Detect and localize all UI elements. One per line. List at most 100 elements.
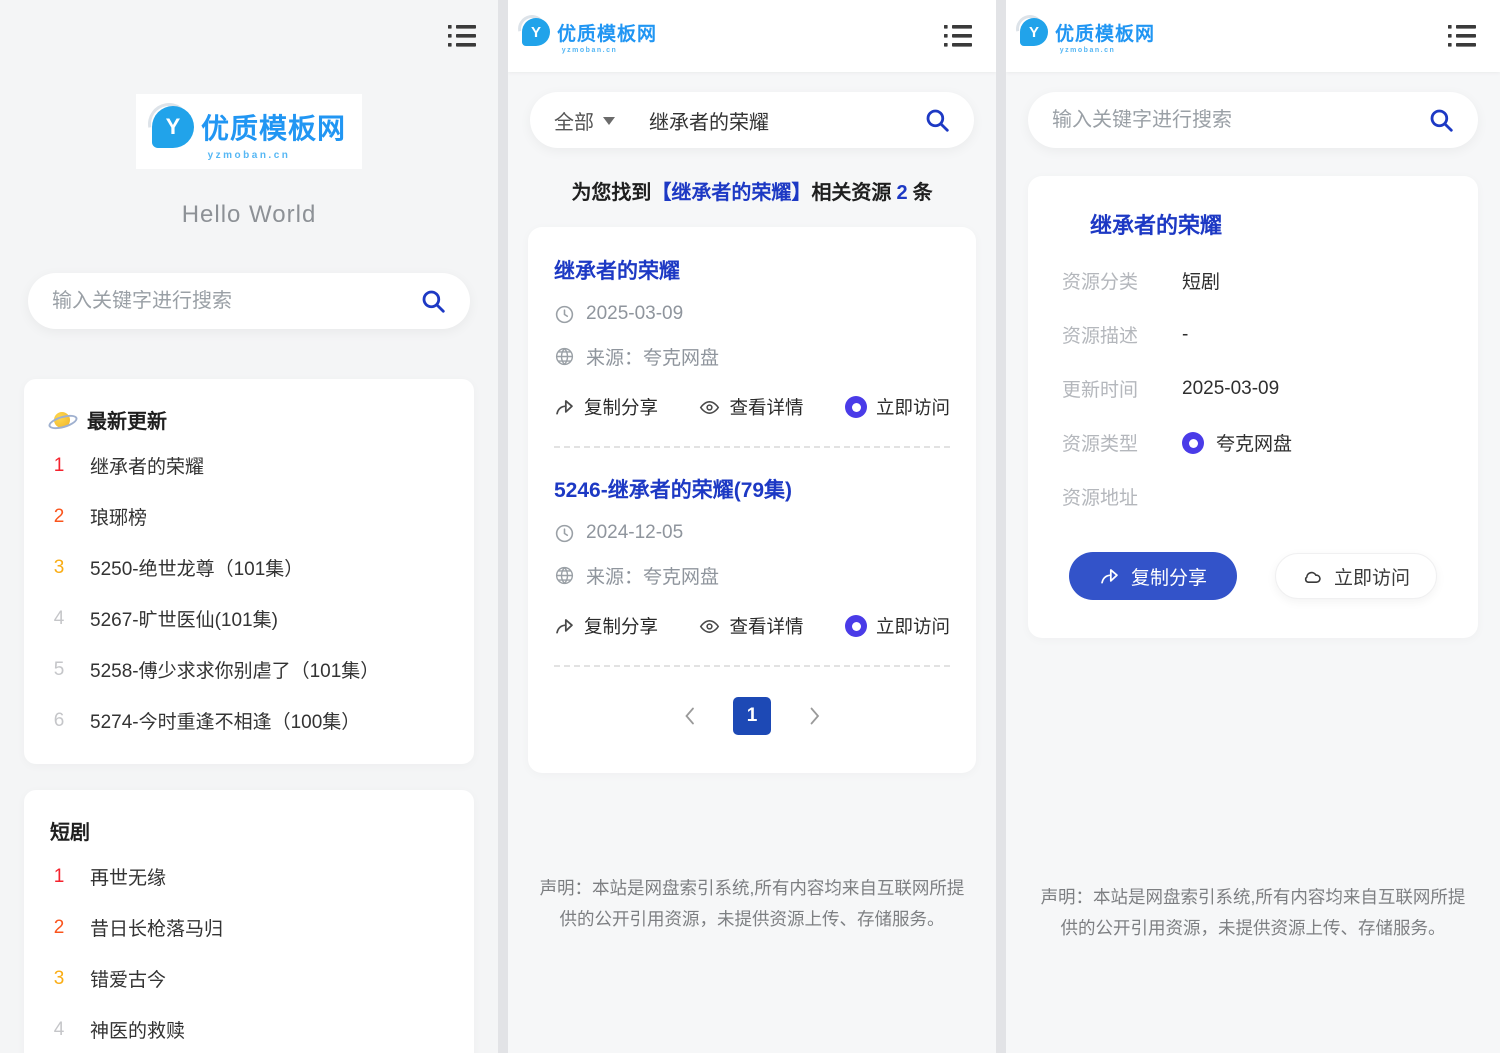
view-detail-button[interactable]: 查看详情 [699,394,803,420]
globe-icon [554,565,575,586]
short-drama-header: 短剧 [50,816,448,845]
section-title: 最新更新 [87,405,167,434]
list-item[interactable]: 1再世无缘 [50,851,448,902]
search-input[interactable] [649,109,924,132]
rank-number: 2 [50,506,68,528]
result-source: 来源：夸克网盘 [586,343,719,370]
list-item[interactable]: 35250-绝世龙尊（101集） [50,542,448,593]
list-item[interactable]: 2 琅琊榜 [50,491,448,542]
list-item[interactable]: 55258-傅少求求你别虐了（101集） [50,644,448,695]
summary-middle: 相关资源 [811,182,891,204]
rank-number: 4 [50,608,68,630]
list-item-title: 5250-绝世龙尊（101集） [90,554,303,581]
list-item-title: 神医的救赎 [90,1016,185,1043]
summary-keyword: 【继承者的荣耀】 [651,182,811,204]
action-label: 立即访问 [876,394,950,420]
visit-now-button[interactable]: 立即访问 [845,394,950,420]
app-header: Y 优质模板网 yzmoban.cn [508,0,996,72]
action-label: 复制分享 [584,394,658,420]
logo-y-icon: Y [152,106,194,148]
visit-now-button[interactable]: 立即访问 [1275,553,1437,599]
list-item[interactable]: 1继承者的荣耀 [50,440,448,491]
field-label: 更新时间 [1062,375,1154,402]
detail-search-bar [1028,92,1478,148]
rank-number: 2 [50,917,68,939]
copy-share-button[interactable]: 复制分享 [554,613,658,639]
result-actions: 复制分享 查看详情 立即访问 [554,394,950,420]
menu-list-icon[interactable] [1448,24,1476,48]
quark-netdisk-icon [1182,432,1204,454]
summary-prefix: 为您找到 [571,182,651,204]
list-item[interactable]: 2 昔日长枪落马归 [50,902,448,953]
list-item[interactable]: 4 神医的救赎 [50,1004,448,1053]
field-value: 2025-03-09 [1182,378,1279,400]
app-header: Y 优质模板网 yzmoban.cn [1006,0,1500,72]
list-item[interactable]: 3错爱古今 [50,953,448,1004]
eye-icon [699,397,720,418]
eye-icon [699,616,720,637]
summary-count: 2 [896,182,907,204]
category-dropdown[interactable]: 全部 [554,106,615,135]
logo-y-icon: Y [522,18,550,46]
list-item[interactable]: 65274-今时重逢不相逢（100集） [50,695,448,746]
search-result: 5246-继承者的荣耀(79集) 2024-12-05 来源：夸克网盘 复制分享… [554,474,950,639]
field-label: 资源描述 [1062,321,1154,348]
clock-icon [554,523,575,544]
search-input[interactable] [52,290,420,313]
cloud-icon [1302,566,1323,587]
rank-number: 1 [50,866,68,888]
clock-icon [554,304,575,325]
short-drama-card: 短剧 1再世无缘 2 昔日长枪落马归 3错爱古今 4 神医的救赎 [24,790,474,1053]
panel-divider [996,0,1006,1053]
search-input[interactable] [1052,109,1428,132]
search-icon[interactable] [1428,107,1454,133]
search-icon[interactable] [924,107,950,133]
menu-list-icon[interactable] [448,24,476,48]
site-name: 优质模板网 [1055,19,1155,46]
search-result: 继承者的荣耀 2025-03-09 来源：夸克网盘 复制分享 查看详情 [554,255,950,420]
pagination: 1 [554,697,950,735]
result-title-link[interactable]: 5246-继承者的荣耀(79集) [554,474,950,504]
detail-row: 资源描述 - [1062,321,1444,348]
footer-disclaimer: 声明：本站是网盘索引系统,所有内容均来自互联网所提供的公开引用资源，未提供资源上… [534,873,970,935]
share-arrow-icon [1099,566,1120,587]
rank-number: 3 [50,968,68,990]
search-icon[interactable] [420,288,446,314]
visit-now-button[interactable]: 立即访问 [845,613,950,639]
action-label: 复制分享 [584,613,658,639]
copy-share-button[interactable]: 复制分享 [1069,552,1237,600]
panel-divider [498,0,508,1053]
results-summary: 为您找到【继承者的荣耀】相关资源2条 [508,176,996,205]
search-results-screen: Y 优质模板网 yzmoban.cn 全部 为您找到【继承者的荣耀】相关资源2条… [508,0,996,1053]
result-source-row: 来源：夸克网盘 [554,562,950,589]
list-item-title: 昔日长枪落马归 [90,914,223,941]
site-name: 优质模板网 [201,107,346,147]
rank-number: 4 [50,1019,68,1041]
result-date-row: 2024-12-05 [554,522,950,544]
summary-suffix: 条 [913,182,933,204]
footer-disclaimer: 声明：本站是网盘索引系统,所有内容均来自互联网所提供的公开引用资源，未提供资源上… [1032,882,1474,944]
list-item-title: 琅琊榜 [90,503,147,530]
result-title-link[interactable]: 继承者的荣耀 [554,255,950,285]
share-arrow-icon [554,397,575,418]
quark-netdisk-icon [845,615,867,637]
menu-list-icon[interactable] [944,24,972,48]
view-detail-button[interactable]: 查看详情 [699,613,803,639]
share-arrow-icon [554,616,575,637]
results-search-bar: 全部 [530,92,974,148]
globe-icon [554,346,575,367]
current-page-button[interactable]: 1 [733,697,771,735]
list-item-title: 继承者的荣耀 [90,452,204,479]
site-domain: yzmoban.cn [562,47,617,54]
copy-share-button[interactable]: 复制分享 [554,394,658,420]
list-item[interactable]: 45267-旷世医仙(101集) [50,593,448,644]
category-label: 全部 [554,106,594,135]
site-logo[interactable]: Y 优质模板网 yzmoban.cn [522,18,657,54]
site-logo[interactable]: Y 优质模板网 yzmoban.cn [1020,18,1155,54]
dashed-divider [554,665,950,667]
latest-updates-card: 最新更新 1继承者的荣耀 2 琅琊榜 35250-绝世龙尊（101集） 45267… [24,379,474,764]
action-label: 查看详情 [729,613,803,639]
next-page-icon[interactable] [809,707,820,725]
site-domain: yzmoban.cn [208,150,291,161]
prev-page-icon[interactable] [684,707,695,725]
